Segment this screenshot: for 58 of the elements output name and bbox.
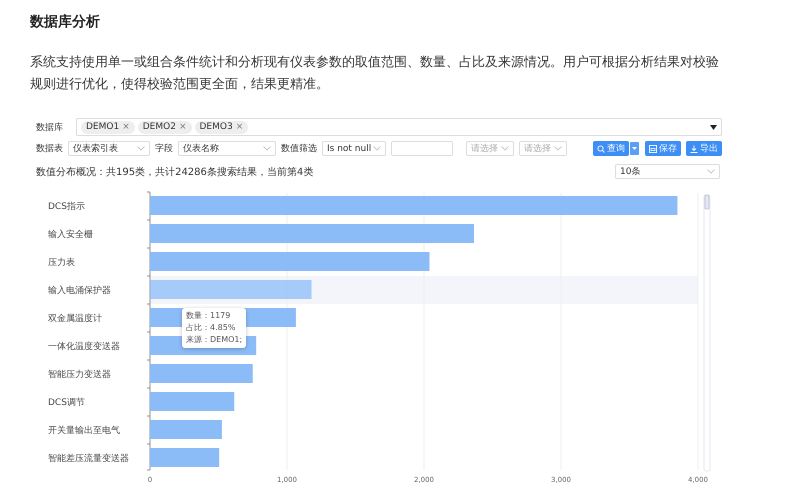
value-filter-label: 数值筛选 — [281, 142, 317, 155]
chevron-icon — [263, 146, 271, 151]
bar[interactable] — [150, 196, 678, 215]
category-label: 一体化温度变送器 — [48, 342, 120, 352]
bar[interactable] — [150, 448, 220, 467]
bar[interactable] — [150, 252, 430, 271]
database-tag: DEMO2 × — [138, 120, 192, 134]
save-icon — [649, 144, 657, 152]
category-label: 输入安全栅 — [48, 230, 93, 240]
tooltip-text: 数量：1179 — [186, 310, 232, 322]
category-label: 智能差压流量变送器 — [48, 454, 129, 464]
page-title: 数据库分析 — [30, 12, 101, 32]
bar[interactable] — [150, 364, 253, 383]
chevron-icon — [373, 146, 381, 151]
category-label: 输入电涌保护器 — [48, 286, 111, 296]
remove-tag-icon[interactable]: × — [236, 120, 244, 134]
dropdown-icon — [710, 124, 717, 130]
category-label: 双金属温度计 — [48, 314, 102, 324]
category-label: 压力表 — [48, 258, 75, 268]
database-tag: DEMO1 × — [81, 120, 135, 134]
operator-select[interactable]: Is not null — [322, 141, 386, 156]
bar[interactable] — [150, 392, 234, 411]
category-label: DCS调节 — [48, 398, 85, 408]
download-icon — [690, 144, 698, 152]
value-input[interactable] — [391, 141, 453, 156]
summary-text: 数值分布概况：共195类，共计24286条搜索结果，当前第4类 — [36, 166, 314, 178]
category-label: 开关量输出至电气 — [48, 426, 120, 436]
page-size-select[interactable]: 10条 — [615, 164, 720, 179]
table-label: 数据表 — [36, 142, 63, 155]
field-select[interactable]: 仪表名称 — [178, 141, 276, 156]
search-icon — [597, 144, 605, 152]
chevron-icon — [707, 169, 715, 174]
bar[interactable] — [150, 280, 312, 299]
chevron-icon — [137, 146, 145, 151]
bar[interactable] — [150, 224, 474, 243]
database-field[interactable]: DEMO1 × DEMO2 × DEMO3 × — [76, 118, 722, 136]
database-tag: DEMO3 × — [194, 120, 248, 134]
chevron-icon — [554, 146, 562, 151]
bar[interactable] — [150, 420, 222, 439]
export-button[interactable]: 导出 — [686, 141, 722, 156]
chevron-icon — [501, 146, 509, 151]
table-select[interactable]: 仪表索引表 — [68, 141, 150, 156]
category-label: 智能压力变送器 — [48, 370, 111, 380]
field-label: 字段 — [155, 142, 173, 155]
save-button[interactable]: 保存 — [645, 141, 681, 156]
remove-tag-icon[interactable]: × — [178, 120, 186, 134]
option-select[interactable]: 请选择 — [466, 141, 514, 156]
option-select[interactable]: 请选择 — [519, 141, 567, 156]
category-label: DCS指示 — [48, 202, 85, 212]
database-label: 数据库 — [36, 122, 63, 134]
remove-tag-icon[interactable]: × — [122, 120, 130, 134]
caret-icon — [632, 147, 637, 150]
tooltip-text: 来源：DEMO1; — [186, 334, 242, 346]
zoom-slider[interactable] — [704, 194, 710, 472]
query-menu-button[interactable] — [629, 141, 640, 156]
query-button[interactable]: 查询 — [593, 141, 629, 156]
description-text: 系统支持使用单一或组合条件统计和分析现有仪表参数的取值范围、数量、占比及来源情况。用户可根据分析结果对校验规则进行优化，使得校验范围更全面，结果更精准。 — [30, 54, 720, 94]
tooltip-text: 占比：4.85% — [186, 322, 236, 334]
